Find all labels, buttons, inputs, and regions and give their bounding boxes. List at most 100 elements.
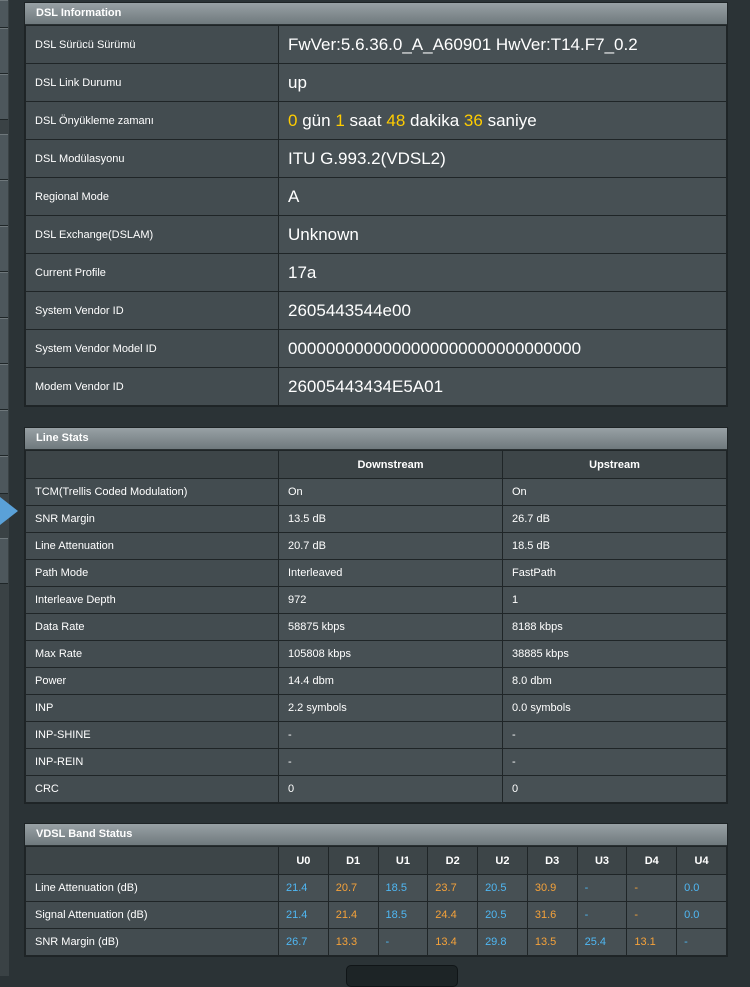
band-value-u4: - [676, 928, 727, 956]
uptime-days: 0 [288, 110, 298, 130]
uptime-seconds-unit: saniye [487, 110, 537, 130]
downstream-value: - [278, 748, 503, 776]
row-label: TCM(Trellis Coded Modulation) [25, 478, 279, 506]
side-menu-tab[interactable] [0, 364, 8, 410]
vdsl-band-table: U0 D1 U1 D2 U2 D3 U3 D4 U4 Line Attenuation (dB)… [25, 846, 727, 956]
band-header-u0: U0 [278, 846, 329, 875]
side-menu [0, 0, 18, 976]
band-value-u1: 18.5 [377, 874, 429, 902]
side-menu-tab[interactable] [0, 456, 8, 494]
band-value-d1: 13.3 [327, 928, 379, 956]
uptime-days-unit: gün [302, 110, 331, 130]
apply-button[interactable] [346, 965, 458, 987]
band-value-d4: - [626, 901, 678, 929]
row-label: SNR Margin (dB) [25, 928, 279, 956]
table-row: Path Mode Interleaved FastPath [25, 559, 727, 587]
band-header-d3: D3 [526, 846, 578, 875]
row-label: INP-REIN [25, 748, 279, 776]
band-value-u0: 21.4 [278, 901, 329, 929]
table-row: Signal Attenuation (dB) 21.4 21.4 18.5 24.4 2… [25, 901, 727, 929]
downstream-value: 972 [278, 586, 503, 614]
band-value-u1: 18.5 [377, 901, 429, 929]
column-header-downstream: Downstream [278, 450, 503, 479]
line-stats-table: Downstream Upstream TCM(Trellis Coded Mod… [25, 450, 727, 803]
upstream-value: 38885 kbps [502, 640, 727, 668]
selected-arrow-icon [0, 497, 18, 525]
upstream-value: 8188 kbps [502, 613, 727, 641]
row-label: INP-SHINE [25, 721, 279, 749]
band-value-d2: 23.7 [427, 874, 479, 902]
side-menu-tab[interactable] [0, 180, 8, 226]
band-header-u3: U3 [576, 846, 628, 875]
band-value-u3: - [576, 901, 628, 929]
band-header-u4: U4 [676, 846, 727, 875]
band-value-u1: - [377, 928, 429, 956]
table-row: Power 14.4 dbm 8.0 dbm [25, 667, 727, 695]
side-menu-tab[interactable] [0, 74, 8, 120]
downstream-value: 58875 kbps [278, 613, 503, 641]
band-value-d3: 13.5 [526, 928, 578, 956]
upstream-value: On [502, 478, 727, 506]
side-menu-tab[interactable] [0, 0, 8, 28]
upstream-value: 0.0 symbols [502, 694, 727, 722]
row-value: 0000000000000000000000000000000 [278, 329, 727, 368]
table-header-row: U0 D1 U1 D2 U2 D3 U3 D4 U4 [25, 846, 727, 875]
upstream-value: 1 [502, 586, 727, 614]
table-row: System Vendor Model ID 000000000000000000… [25, 329, 727, 368]
table-row: DSL Önyükleme zamanı 0 gün 1 saat 48 dak… [25, 101, 727, 140]
band-value-u4: 0.0 [676, 874, 727, 902]
row-value: 2605443544e00 [278, 291, 727, 330]
band-value-u0: 21.4 [278, 874, 329, 902]
band-value-u2: 20.5 [477, 901, 528, 929]
side-menu-tab[interactable] [0, 272, 8, 318]
row-label: Line Attenuation (dB) [25, 874, 279, 902]
band-header-u2: U2 [477, 846, 528, 875]
upstream-value: 0 [502, 775, 727, 803]
row-value: up [278, 63, 727, 102]
band-value-u2: 20.5 [477, 874, 528, 902]
uptime-minutes-unit: dakika [410, 110, 460, 130]
band-value-d3: 30.9 [526, 874, 578, 902]
table-row: SNR Margin (dB) 26.7 13.3-13.4 29.8 13.5 25.4… [25, 928, 727, 956]
side-menu-tab[interactable] [0, 410, 8, 456]
row-value: 17a [278, 253, 727, 292]
downstream-value: 14.4 dbm [278, 667, 503, 695]
downstream-value: On [278, 478, 503, 506]
row-label: Path Mode [25, 559, 279, 587]
row-value: A [278, 177, 727, 216]
row-label: Line Attenuation [25, 532, 279, 560]
table-row: INP-SHINE - - [25, 721, 727, 749]
side-menu-tab[interactable] [0, 134, 8, 180]
table-row: INP 2.2 symbols 0.0 symbols [25, 694, 727, 722]
side-menu-tab[interactable] [0, 226, 8, 272]
band-header-d2: D2 [427, 846, 479, 875]
side-menu-tab[interactable] [0, 538, 8, 584]
band-value-d4: - [626, 874, 678, 902]
row-label: Regional Mode [25, 177, 279, 216]
uptime-hours-unit: saat [349, 110, 382, 130]
band-value-d3: 31.6 [526, 901, 578, 929]
table-row: TCM(Trellis Coded Modulation) On On [25, 478, 727, 506]
vdsl-band-status-section: VDSL Band Status U0 D1 U1 D2 U2 D3 U3 D4 U4 Line… [24, 823, 728, 957]
band-header-d4: D4 [626, 846, 678, 875]
row-value: FwVer:5.6.36.0_A_A60901 HwVer:T14.F7_0.2 [278, 25, 727, 64]
table-row: INP-REIN - - [25, 748, 727, 776]
upstream-value: 8.0 dbm [502, 667, 727, 695]
row-label: SNR Margin [25, 505, 279, 533]
downstream-value: 2.2 symbols [278, 694, 503, 722]
row-label: INP [25, 694, 279, 722]
band-header-u1: U1 [377, 846, 429, 875]
table-row: SNR Margin 13.5 dB 26.7 dB [25, 505, 727, 533]
side-menu-tab[interactable] [0, 318, 8, 364]
table-row: Max Rate 105808 kbps 38885 kbps [25, 640, 727, 668]
downstream-value: 13.5 dB [278, 505, 503, 533]
downstream-value: 105808 kbps [278, 640, 503, 668]
section-title: DSL Information [25, 3, 727, 25]
side-menu-tab[interactable] [0, 28, 8, 74]
table-header-row: Downstream Upstream [25, 450, 727, 479]
table-row: System Vendor ID 2605443544e00 [25, 291, 727, 330]
band-value-u0: 26.7 [278, 928, 329, 956]
table-row: Data Rate 58875 kbps 8188 kbps [25, 613, 727, 641]
band-value-d2: 13.4 [427, 928, 479, 956]
row-label: Power [25, 667, 279, 695]
